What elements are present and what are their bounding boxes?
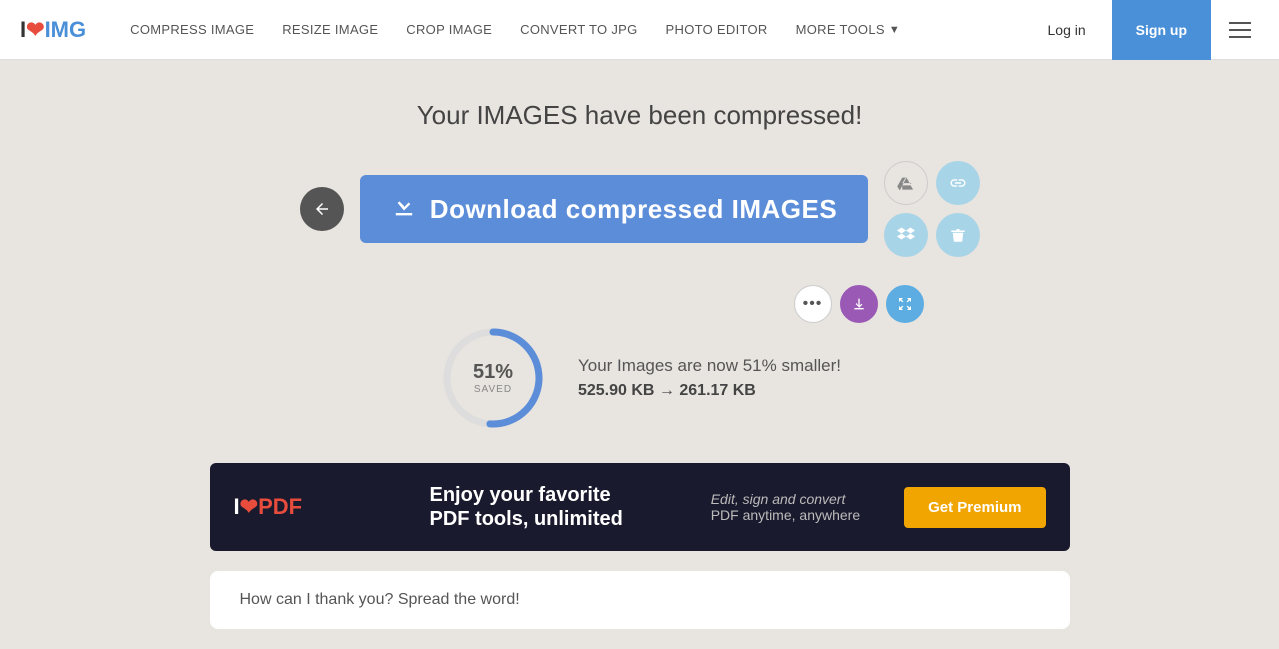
share-buttons [884, 161, 980, 257]
nav-more-tools[interactable]: MORE TOOLS ▼ [782, 0, 914, 60]
small-actions-row: ••• [794, 285, 924, 323]
hamburger-line-2 [1229, 29, 1251, 31]
download-label: Download compressed IMAGES [430, 194, 837, 225]
nav-crop[interactable]: CROP IMAGE [392, 0, 506, 60]
nav-right: Log in Sign up [1032, 0, 1259, 60]
ad-banner: I❤PDF Enjoy your favorite PDF tools, unl… [210, 463, 1070, 551]
ad-sub-text2: PDF anytime, anywhere [711, 507, 860, 523]
main-content: Your IMAGES have been compressed! Downlo… [190, 60, 1090, 649]
nav-photo-editor[interactable]: PHOTO EDITOR [652, 0, 782, 60]
success-title: Your IMAGES have been compressed! [417, 100, 863, 131]
ad-headline: Enjoy your favorite PDF tools, unlimited [430, 483, 671, 531]
bottom-section: How can I thank you? Spread the word! [210, 571, 1070, 629]
logo-heart-icon: ❤ [26, 17, 44, 43]
download-button[interactable]: Download compressed IMAGES [360, 175, 868, 243]
ad-middle: Enjoy your favorite PDF tools, unlimited [410, 483, 691, 531]
ad-logo: I❤PDF [234, 494, 303, 520]
expand-icon [897, 296, 913, 312]
back-arrow-icon [313, 200, 331, 218]
ad-right: Edit, sign and convert PDF anytime, anyw… [691, 491, 880, 523]
trash-icon [949, 226, 967, 244]
bottom-title: How can I thank you? Spread the word! [240, 591, 1040, 609]
save-to-dropbox-button[interactable] [884, 213, 928, 257]
ad-logo-heart-icon: ❤ [240, 494, 258, 519]
expand-button[interactable] [886, 285, 924, 323]
login-button[interactable]: Log in [1032, 14, 1102, 46]
logo-img: IMG [45, 17, 87, 43]
small-download-icon [851, 296, 867, 312]
action-row: Download compressed IMAGES [300, 161, 980, 257]
stats-sizes: 525.90 KB → 261.17 KB [578, 382, 841, 400]
nav-compress[interactable]: COMPRESS IMAGE [116, 0, 268, 60]
nav-links: COMPRESS IMAGE RESIZE IMAGE CROP IMAGE C… [116, 0, 1031, 60]
ad-sub-text: Edit, sign and convert [711, 491, 860, 507]
download-icon [390, 192, 418, 227]
chevron-down-icon: ▼ [889, 24, 900, 36]
stats-description: Your Images are now 51% smaller! [578, 356, 841, 376]
stats-row: 51% SAVED Your Images are now 51% smalle… [438, 323, 841, 433]
logo[interactable]: I❤IMG [20, 17, 86, 43]
navbar: I❤IMG COMPRESS IMAGE RESIZE IMAGE CROP I… [0, 0, 1279, 60]
nav-convert[interactable]: CONVERT TO JPG [506, 0, 651, 60]
stats-text: Your Images are now 51% smaller! 525.90 … [578, 356, 841, 400]
delete-button[interactable] [936, 213, 980, 257]
ad-logo-section: I❤PDF [210, 478, 410, 536]
progress-circle: 51% SAVED [438, 323, 548, 433]
get-premium-button[interactable]: Get Premium [904, 487, 1045, 528]
more-options-button[interactable]: ••• [794, 285, 832, 323]
hamburger-line-3 [1229, 36, 1251, 38]
nav-resize[interactable]: RESIZE IMAGE [268, 0, 392, 60]
save-to-drive-button[interactable] [884, 161, 928, 205]
actions-wrapper: Download compressed IMAGES ••• [300, 161, 980, 323]
saved-label: SAVED [473, 384, 513, 395]
drive-icon [896, 173, 916, 193]
copy-link-button[interactable] [936, 161, 980, 205]
hamburger-line-1 [1229, 22, 1251, 24]
back-button[interactable] [300, 187, 344, 231]
percent-value: 51% [473, 361, 513, 384]
ad-cta-section: Get Premium [880, 487, 1069, 528]
more-dots-icon: ••• [803, 296, 823, 312]
circle-text: 51% SAVED [473, 361, 513, 395]
link-icon [949, 174, 967, 192]
ad-logo-pdf: PDF [258, 494, 302, 519]
dropbox-icon [897, 226, 915, 244]
signup-button[interactable]: Sign up [1112, 0, 1211, 60]
small-download-button[interactable] [840, 285, 878, 323]
menu-button[interactable] [1221, 14, 1259, 46]
